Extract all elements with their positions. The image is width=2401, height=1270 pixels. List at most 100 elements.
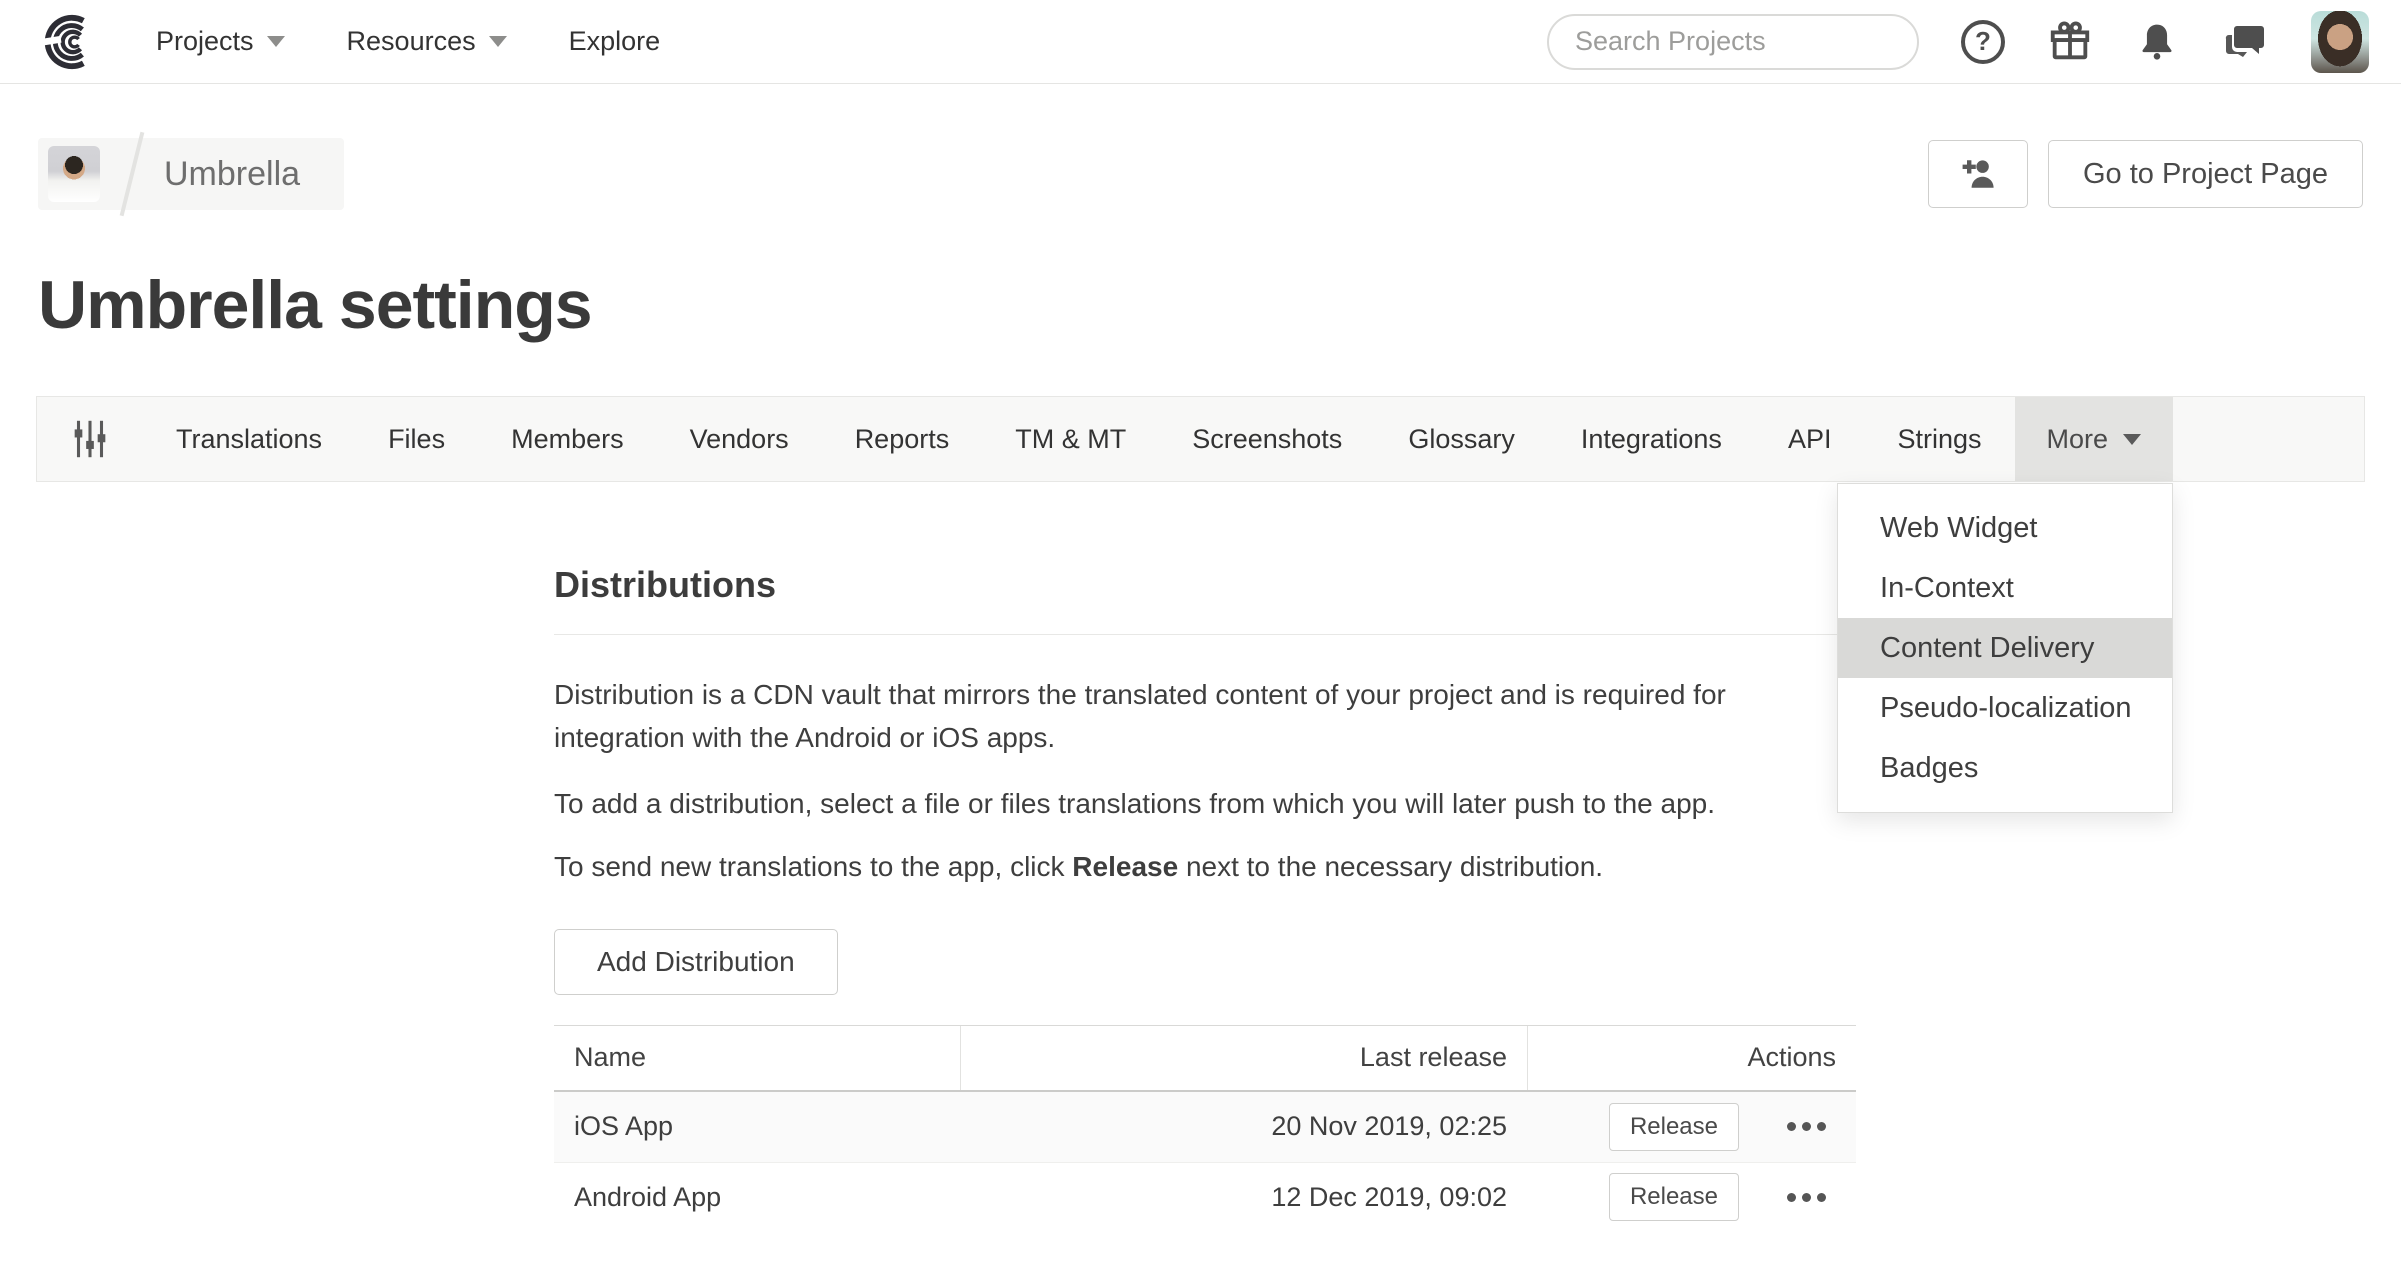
- add-user-icon: [1956, 152, 2000, 196]
- breadcrumb-project-name: Umbrella: [164, 155, 300, 194]
- tab-glossary[interactable]: Glossary: [1375, 397, 1548, 481]
- nav-projects-label: Projects: [156, 26, 254, 57]
- chevron-down-icon: [267, 36, 285, 47]
- breadcrumb[interactable]: Umbrella: [38, 138, 344, 210]
- row-menu-button[interactable]: [1783, 1189, 1830, 1206]
- settings-tabbar: Translations Files Members Vendors Repor…: [36, 396, 2365, 482]
- table-row: Android App 12 Dec 2019, 09:02 Release: [554, 1162, 1856, 1232]
- distribution-name: iOS App: [554, 1111, 960, 1142]
- distribution-actions: Release: [1527, 1103, 1856, 1151]
- release-button[interactable]: Release: [1609, 1103, 1739, 1151]
- topbar-right-group: ?: [1547, 11, 2369, 73]
- nav-explore-label: Explore: [569, 26, 661, 57]
- release-button-label: Release: [1630, 1113, 1718, 1141]
- nav-projects[interactable]: Projects: [156, 26, 285, 57]
- logo-swirl-icon: [32, 11, 94, 73]
- tab-label: Integrations: [1581, 424, 1722, 455]
- project-owner-avatar: [48, 146, 100, 202]
- section-title: Distributions: [554, 564, 1856, 635]
- messages-icon: [2221, 18, 2269, 66]
- tab-label: Members: [511, 424, 624, 455]
- menu-item-badges[interactable]: Badges: [1838, 738, 2172, 798]
- tab-integrations[interactable]: Integrations: [1548, 397, 1755, 481]
- release-button[interactable]: Release: [1609, 1173, 1739, 1221]
- menu-item-in-context[interactable]: In-Context: [1838, 558, 2172, 618]
- tab-label: API: [1788, 424, 1832, 455]
- tab-label: Glossary: [1408, 424, 1515, 455]
- gift-icon: [2047, 19, 2093, 65]
- description-3-release-keyword: Release: [1072, 851, 1178, 882]
- add-distribution-label: Add Distribution: [597, 946, 795, 978]
- tab-translations[interactable]: Translations: [143, 397, 355, 481]
- nav-resources-label: Resources: [347, 26, 476, 57]
- ellipsis-icon: [1787, 1122, 1796, 1131]
- distribution-description-3: To send new translations to the app, cli…: [554, 845, 1844, 888]
- distribution-description-2: To add a distribution, select a file or …: [554, 782, 1844, 825]
- app-logo-icon[interactable]: [32, 11, 94, 73]
- tab-files[interactable]: Files: [355, 397, 478, 481]
- go-to-project-page-button[interactable]: Go to Project Page: [2048, 140, 2363, 208]
- menu-item-web-widget[interactable]: Web Widget: [1838, 498, 2172, 558]
- distribution-actions: Release: [1527, 1173, 1856, 1221]
- page-title: Umbrella settings: [38, 266, 2363, 344]
- bell-icon: [2135, 20, 2179, 64]
- tab-label: Vendors: [690, 424, 789, 455]
- add-distribution-button[interactable]: Add Distribution: [554, 929, 838, 995]
- distribution-description-1: Distribution is a CDN vault that mirrors…: [554, 673, 1844, 760]
- table-row: iOS App 20 Nov 2019, 02:25 Release: [554, 1092, 1856, 1162]
- tab-label: TM & MT: [1015, 424, 1126, 455]
- settings-tabbar-wrapper: Translations Files Members Vendors Repor…: [36, 396, 2365, 482]
- distributions-table: Name Last release Actions iOS App 20 Nov…: [554, 1025, 1856, 1232]
- distribution-name: Android App: [554, 1182, 960, 1213]
- distributions-section: Distributions Distribution is a CDN vaul…: [554, 564, 1856, 1232]
- ellipsis-icon: [1787, 1193, 1796, 1202]
- notifications-button[interactable]: [2135, 20, 2179, 64]
- sliders-icon: [67, 416, 113, 462]
- distribution-last-release: 12 Dec 2019, 09:02: [960, 1182, 1527, 1213]
- menu-item-content-delivery[interactable]: Content Delivery: [1838, 618, 2172, 678]
- user-avatar[interactable]: [2311, 11, 2369, 73]
- header-actions: Go to Project Page: [1928, 140, 2363, 208]
- gift-button[interactable]: [2047, 19, 2093, 65]
- help-glyph: ?: [1975, 26, 1991, 57]
- help-button[interactable]: ?: [1961, 20, 2005, 64]
- description-3-post: next to the necessary distribution.: [1178, 851, 1603, 882]
- help-icon: ?: [1961, 20, 2005, 64]
- go-to-project-page-label: Go to Project Page: [2083, 158, 2328, 191]
- tab-reports[interactable]: Reports: [822, 397, 983, 481]
- top-navigation-bar: Projects Resources Explore ?: [0, 0, 2401, 84]
- tab-more[interactable]: More Web Widget In-Context Content Deliv…: [2015, 397, 2174, 481]
- chevron-down-icon: [489, 36, 507, 47]
- tab-members[interactable]: Members: [478, 397, 657, 481]
- chevron-down-icon: [2123, 434, 2141, 445]
- tab-screenshots[interactable]: Screenshots: [1159, 397, 1375, 481]
- tab-vendors[interactable]: Vendors: [657, 397, 822, 481]
- nav-resources[interactable]: Resources: [347, 26, 507, 57]
- tab-general-settings[interactable]: [37, 397, 143, 481]
- description-3-pre: To send new translations to the app, cli…: [554, 851, 1072, 882]
- tab-strings[interactable]: Strings: [1864, 397, 2014, 481]
- breadcrumb-separator: [120, 132, 145, 216]
- search-input[interactable]: [1575, 26, 1929, 57]
- tab-label: Reports: [855, 424, 950, 455]
- tab-label: Translations: [176, 424, 322, 455]
- breadcrumb-row: Umbrella Go to Project Page: [38, 138, 2363, 210]
- tab-more-label: More: [2047, 424, 2109, 455]
- release-button-label: Release: [1630, 1183, 1718, 1211]
- nav-explore[interactable]: Explore: [569, 26, 661, 57]
- search-box[interactable]: [1547, 14, 1919, 70]
- menu-item-pseudo-localization[interactable]: Pseudo-localization: [1838, 678, 2172, 738]
- tab-label: Strings: [1897, 424, 1981, 455]
- row-menu-button[interactable]: [1783, 1118, 1830, 1135]
- messages-button[interactable]: [2221, 18, 2269, 66]
- table-header-row: Name Last release Actions: [554, 1026, 1856, 1092]
- invite-member-button[interactable]: [1928, 140, 2028, 208]
- column-header-actions: Actions: [1527, 1026, 1856, 1090]
- more-dropdown-menu: Web Widget In-Context Content Delivery P…: [1837, 483, 2173, 813]
- tab-tm-mt[interactable]: TM & MT: [982, 397, 1159, 481]
- tab-label: Files: [388, 424, 445, 455]
- distribution-last-release: 20 Nov 2019, 02:25: [960, 1111, 1527, 1142]
- tab-api[interactable]: API: [1755, 397, 1865, 481]
- column-header-last-release: Last release: [960, 1026, 1527, 1090]
- column-header-name: Name: [554, 1026, 960, 1090]
